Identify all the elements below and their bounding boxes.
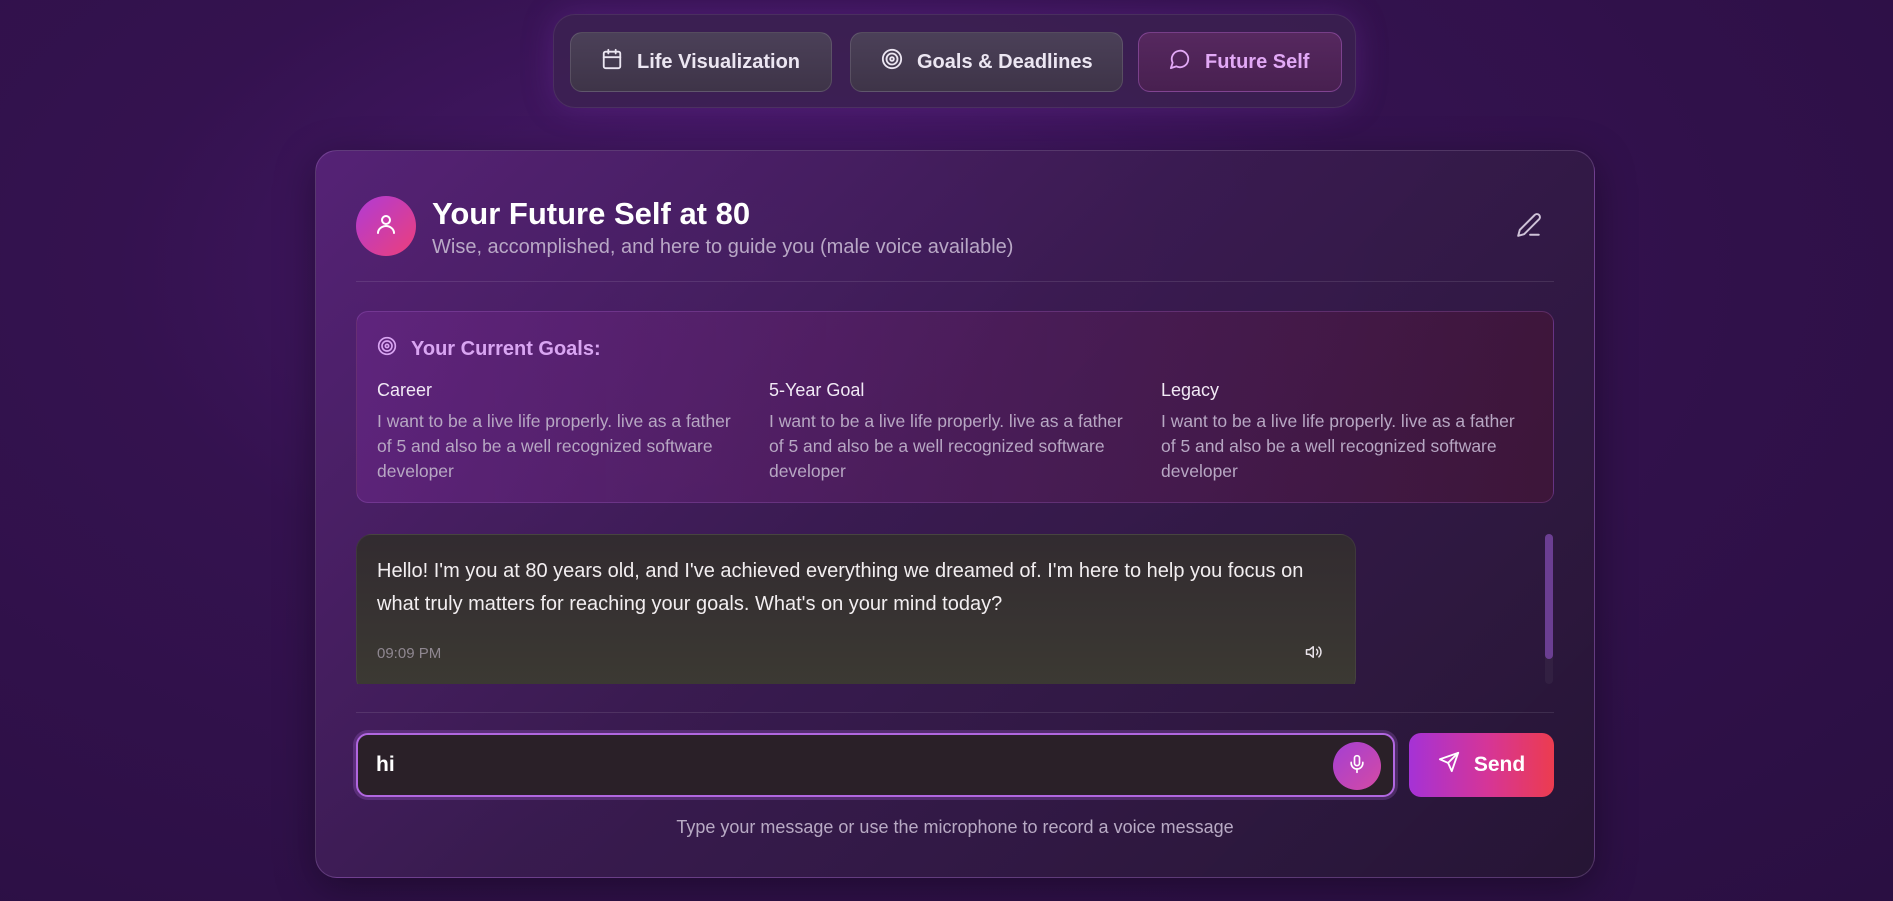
target-icon [881, 48, 903, 76]
top-navigation: Life Visualization Goals & Deadlines Fut… [553, 14, 1356, 108]
send-label: Send [1473, 753, 1526, 776]
edit-button[interactable] [1516, 212, 1544, 240]
card-header: Your Future Self at 80 Wise, accomplishe… [356, 196, 1554, 282]
play-audio-button[interactable] [1305, 643, 1327, 665]
goals-heading-text: Your Current Goals: [411, 337, 601, 360]
goals-heading: Your Current Goals: [377, 336, 601, 362]
tab-life-visualization[interactable]: Life Visualization [570, 32, 832, 92]
goal-five-year: 5-Year Goal I want to be a live life pro… [769, 380, 1129, 484]
target-icon [377, 336, 397, 362]
goal-label: 5-Year Goal [769, 380, 865, 400]
message-input[interactable] [376, 735, 1276, 795]
tab-future-self[interactable]: Future Self [1138, 32, 1342, 92]
calendar-icon [601, 48, 623, 76]
goal-text: I want to be a live life properly. live … [1161, 411, 1515, 481]
page-title: Your Future Self at 80 [432, 196, 751, 231]
send-icon [1438, 751, 1460, 779]
pencil-icon [1516, 213, 1542, 242]
chat-bubble-icon [1169, 48, 1191, 76]
goal-career: Career I want to be a live life properly… [377, 380, 737, 484]
message-bubble: Hello! I'm you at 80 years old, and I've… [356, 534, 1356, 684]
goal-label: Legacy [1161, 380, 1220, 400]
tab-label: Life Visualization [637, 50, 800, 73]
scrollbar-thumb[interactable] [1545, 534, 1553, 659]
composer-hint: Type your message or use the microphone … [676, 817, 1234, 837]
tab-goals-deadlines[interactable]: Goals & Deadlines [850, 32, 1123, 92]
goal-label: Career [377, 380, 433, 400]
user-icon [374, 212, 398, 241]
goal-text: I want to be a live life properly. live … [377, 411, 731, 481]
speaker-icon [1305, 646, 1323, 665]
message-timestamp: 09:09 PM [377, 645, 442, 662]
current-goals-panel: Your Current Goals: Career I want to be … [356, 311, 1554, 503]
future-self-card: Your Future Self at 80 Wise, accomplishe… [315, 150, 1595, 878]
message-text: Hello! I'm you at 80 years old, and I've… [377, 560, 1304, 615]
record-voice-button[interactable] [1333, 742, 1381, 790]
chat-messages[interactable]: Hello! I'm you at 80 years old, and I've… [356, 534, 1554, 684]
avatar [356, 196, 416, 256]
message-input-wrapper [356, 733, 1395, 797]
tab-label: Goals & Deadlines [917, 50, 1093, 73]
send-button[interactable]: Send [1409, 733, 1554, 797]
divider [356, 712, 1554, 713]
tab-label: Future Self [1205, 50, 1310, 73]
goal-text: I want to be a live life properly. live … [769, 411, 1123, 481]
goal-legacy: Legacy I want to be a live life properly… [1161, 380, 1521, 484]
page-subtitle: Wise, accomplished, and here to guide yo… [432, 236, 1014, 258]
microphone-icon [1347, 754, 1367, 779]
